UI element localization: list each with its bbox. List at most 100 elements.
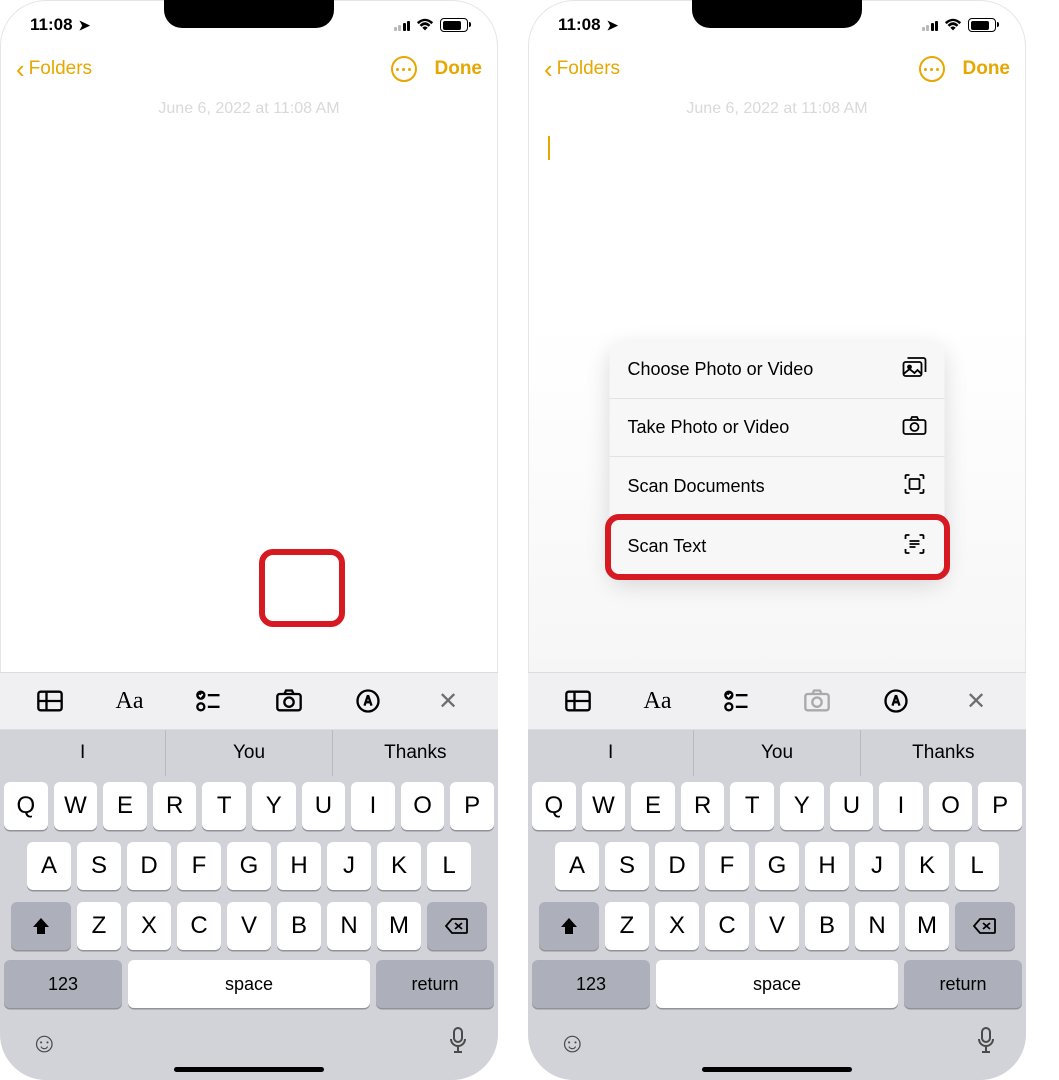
key-x[interactable]: X	[127, 902, 171, 950]
key-f[interactable]: F	[177, 842, 221, 890]
key-g[interactable]: G	[755, 842, 799, 890]
key-u[interactable]: U	[830, 782, 874, 830]
markup-button[interactable]	[346, 679, 390, 723]
key-x[interactable]: X	[655, 902, 699, 950]
done-button[interactable]: Done	[963, 58, 1011, 80]
return-key[interactable]: return	[904, 960, 1022, 1008]
key-h[interactable]: H	[805, 842, 849, 890]
emoji-button[interactable]: ☺	[30, 1027, 59, 1059]
key-k[interactable]: K	[377, 842, 421, 890]
key-w[interactable]: W	[54, 782, 98, 830]
more-options-button[interactable]	[919, 56, 945, 82]
key-y[interactable]: Y	[780, 782, 824, 830]
home-indicator[interactable]	[174, 1067, 324, 1072]
key-p[interactable]: P	[450, 782, 494, 830]
phone-screenshot-2: 11:08 ➤ ‹ Folders Done June 6, 2022 at 1…	[528, 0, 1026, 1080]
backspace-key[interactable]	[427, 902, 487, 950]
key-h[interactable]: H	[277, 842, 321, 890]
menu-take-photo[interactable]: Take Photo or Video	[610, 398, 945, 456]
suggestion-1[interactable]: I	[528, 730, 694, 776]
suggestion-2[interactable]: You	[166, 730, 332, 776]
key-p[interactable]: P	[978, 782, 1022, 830]
space-key[interactable]: space	[656, 960, 898, 1008]
key-b[interactable]: B	[277, 902, 321, 950]
suggestion-1[interactable]: I	[0, 730, 166, 776]
dictation-button[interactable]	[448, 1027, 468, 1060]
key-i[interactable]: I	[879, 782, 923, 830]
camera-button[interactable]	[267, 679, 311, 723]
key-g[interactable]: G	[227, 842, 271, 890]
key-d[interactable]: D	[127, 842, 171, 890]
key-k[interactable]: K	[905, 842, 949, 890]
back-button[interactable]: ‹ Folders	[544, 56, 620, 82]
space-key[interactable]: space	[128, 960, 370, 1008]
key-t[interactable]: T	[730, 782, 774, 830]
suggestion-2[interactable]: You	[694, 730, 860, 776]
key-j[interactable]: J	[855, 842, 899, 890]
done-button[interactable]: Done	[435, 58, 483, 80]
key-q[interactable]: Q	[532, 782, 576, 830]
key-d[interactable]: D	[655, 842, 699, 890]
menu-scan-text[interactable]: Scan Text	[610, 516, 945, 576]
table-button[interactable]	[556, 679, 600, 723]
suggestion-3[interactable]: Thanks	[333, 730, 498, 776]
key-u[interactable]: U	[302, 782, 346, 830]
key-q[interactable]: Q	[4, 782, 48, 830]
key-o[interactable]: O	[401, 782, 445, 830]
key-y[interactable]: Y	[252, 782, 296, 830]
key-b[interactable]: B	[805, 902, 849, 950]
close-toolbar-button[interactable]: ✕	[426, 679, 470, 723]
key-m[interactable]: M	[905, 902, 949, 950]
more-options-button[interactable]	[391, 56, 417, 82]
key-z[interactable]: Z	[605, 902, 649, 950]
key-n[interactable]: N	[855, 902, 899, 950]
key-z[interactable]: Z	[77, 902, 121, 950]
key-e[interactable]: E	[103, 782, 147, 830]
key-a[interactable]: A	[27, 842, 71, 890]
key-f[interactable]: F	[705, 842, 749, 890]
return-key[interactable]: return	[376, 960, 494, 1008]
key-r[interactable]: R	[153, 782, 197, 830]
note-editor[interactable]: June 6, 2022 at 11:08 AM	[0, 92, 498, 672]
phone-screenshot-1: 11:08 ➤ ‹ Folders Done June 6, 2022 at 1…	[0, 0, 498, 1080]
numbers-key[interactable]: 123	[4, 960, 122, 1008]
menu-scan-documents[interactable]: Scan Documents	[610, 456, 945, 516]
table-button[interactable]	[28, 679, 72, 723]
key-t[interactable]: T	[202, 782, 246, 830]
key-v[interactable]: V	[227, 902, 271, 950]
back-button[interactable]: ‹ Folders	[16, 56, 92, 82]
key-s[interactable]: S	[77, 842, 121, 890]
key-j[interactable]: J	[327, 842, 371, 890]
key-i[interactable]: I	[351, 782, 395, 830]
close-toolbar-button[interactable]: ✕	[954, 679, 998, 723]
key-c[interactable]: C	[177, 902, 221, 950]
key-l[interactable]: L	[427, 842, 471, 890]
numbers-key[interactable]: 123	[532, 960, 650, 1008]
home-indicator[interactable]	[702, 1067, 852, 1072]
battery-icon	[968, 18, 996, 32]
key-w[interactable]: W	[582, 782, 626, 830]
markup-button[interactable]	[874, 679, 918, 723]
suggestion-3[interactable]: Thanks	[861, 730, 1026, 776]
key-v[interactable]: V	[755, 902, 799, 950]
key-s[interactable]: S	[605, 842, 649, 890]
menu-choose-photo[interactable]: Choose Photo or Video	[610, 341, 945, 398]
key-o[interactable]: O	[929, 782, 973, 830]
key-r[interactable]: R	[681, 782, 725, 830]
backspace-key[interactable]	[955, 902, 1015, 950]
key-m[interactable]: M	[377, 902, 421, 950]
text-format-button[interactable]: Aa	[635, 679, 679, 723]
key-a[interactable]: A	[555, 842, 599, 890]
checklist-button[interactable]	[187, 679, 231, 723]
key-e[interactable]: E	[631, 782, 675, 830]
dictation-button[interactable]	[976, 1027, 996, 1060]
camera-button[interactable]	[795, 679, 839, 723]
key-l[interactable]: L	[955, 842, 999, 890]
emoji-button[interactable]: ☺	[558, 1027, 587, 1059]
checklist-button[interactable]	[715, 679, 759, 723]
key-n[interactable]: N	[327, 902, 371, 950]
shift-key[interactable]	[539, 902, 599, 950]
text-format-button[interactable]: Aa	[107, 679, 151, 723]
key-c[interactable]: C	[705, 902, 749, 950]
shift-key[interactable]	[11, 902, 71, 950]
